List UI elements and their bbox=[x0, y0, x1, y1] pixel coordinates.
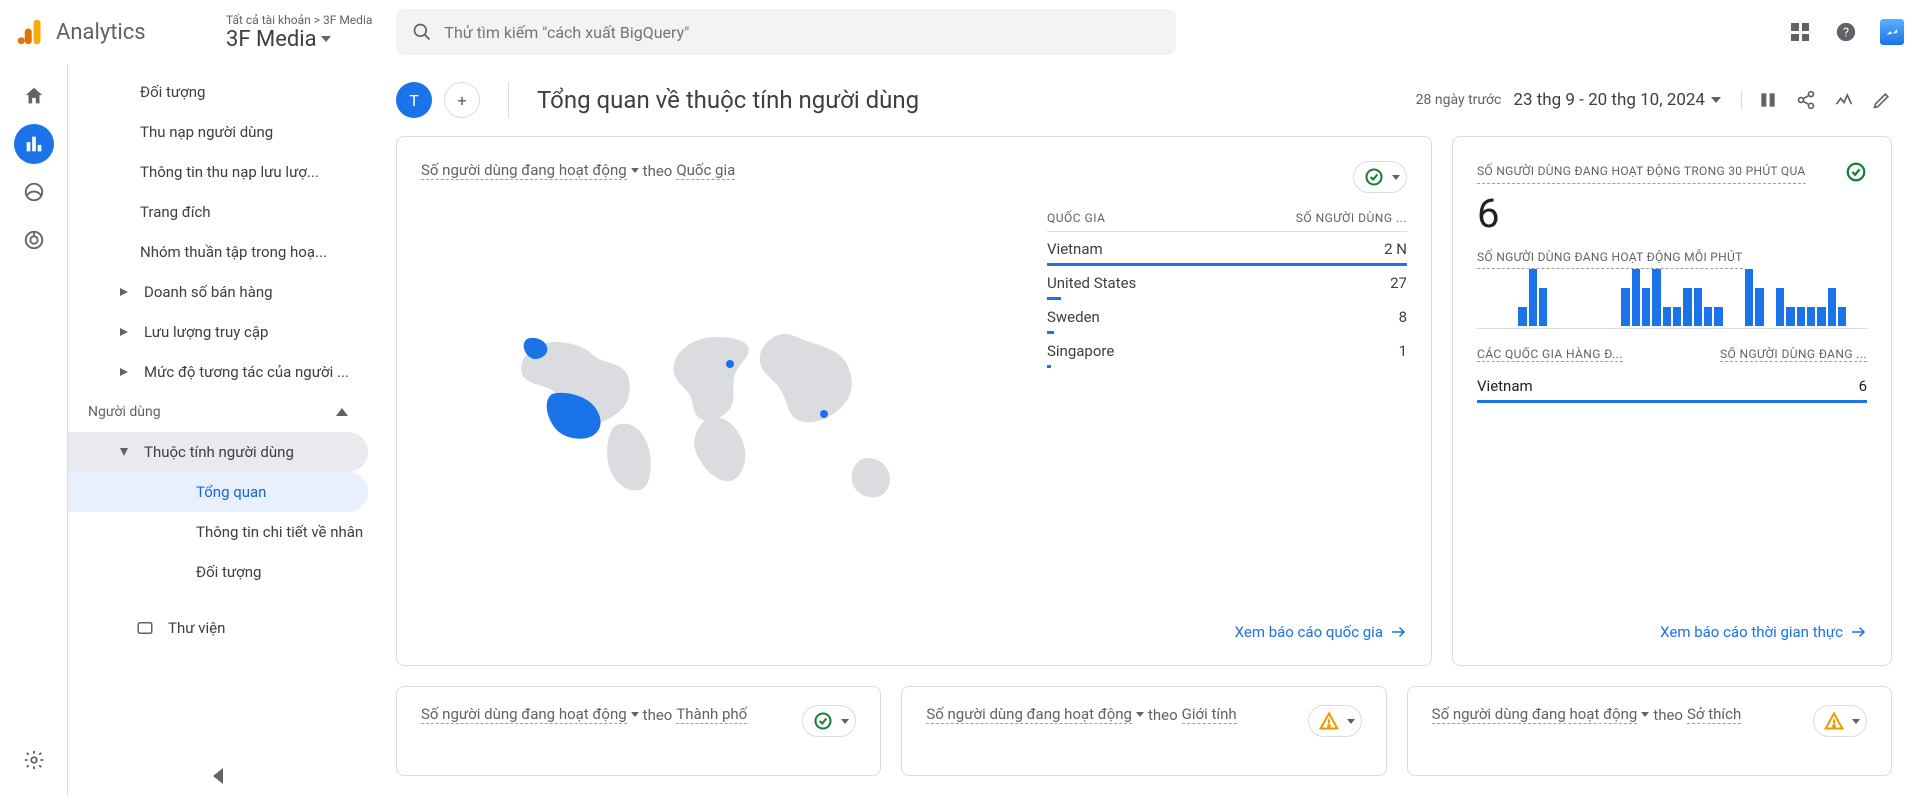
edit-icon[interactable] bbox=[1872, 90, 1892, 110]
card-country-users: Số người dùng đang hoạt động theo Quốc g… bbox=[396, 136, 1432, 666]
table-row[interactable]: Vietnam2 N bbox=[1047, 232, 1407, 266]
rail-admin[interactable] bbox=[14, 740, 54, 780]
sidebar-item[interactable]: Nhóm thuần tập trong hoạ... bbox=[68, 232, 368, 272]
view-country-report-link[interactable]: Xem báo cáo quốc gia bbox=[421, 623, 1407, 641]
analytics-logo-icon bbox=[16, 18, 44, 46]
date-picker[interactable]: 23 thg 9 - 20 thg 10, 2024 bbox=[1513, 90, 1721, 110]
sidebar-item[interactable]: Thông tin thu nạp lưu lượ... bbox=[68, 152, 368, 192]
library-icon bbox=[136, 619, 154, 637]
add-segment-button[interactable]: + bbox=[444, 82, 480, 118]
card-small: Số người dùng đang hoạt động theo Sở thí… bbox=[1407, 686, 1892, 776]
account-name: 3F Media bbox=[226, 27, 317, 52]
status-chip[interactable] bbox=[1813, 705, 1867, 737]
rail-home[interactable] bbox=[14, 76, 54, 116]
sidebar-item[interactable]: Thu nạp người dùng bbox=[68, 112, 368, 152]
chevron-down-icon bbox=[321, 36, 331, 42]
table-row[interactable]: Sweden8 bbox=[1047, 300, 1407, 334]
app-header: Analytics Tất cả tài khoản > 3F Media 3F… bbox=[0, 0, 1920, 64]
sidebar-item[interactable]: Doanh số bán hàng bbox=[68, 272, 368, 312]
share-icon[interactable] bbox=[1796, 90, 1816, 110]
report-sidebar: Đối tượngThu nạp người dùngThông tin thu… bbox=[68, 64, 368, 796]
check-circle-icon bbox=[1364, 167, 1384, 187]
sidebar-item[interactable]: Đối tượng bbox=[68, 72, 368, 112]
search-icon bbox=[412, 22, 432, 42]
rail-reports[interactable] bbox=[14, 124, 54, 164]
product-name: Analytics bbox=[56, 20, 146, 45]
compare-icon[interactable] bbox=[1758, 90, 1778, 110]
toolbar: T + Tổng quan về thuộc tính người dùng 2… bbox=[368, 64, 1920, 136]
world-map[interactable] bbox=[421, 205, 1023, 623]
status-chip[interactable] bbox=[802, 705, 856, 737]
realtime-sparkline bbox=[1477, 269, 1867, 329]
insights-icon[interactable] bbox=[1834, 90, 1854, 110]
search-bar[interactable] bbox=[396, 9, 1176, 55]
realtime-count: 6 bbox=[1477, 190, 1867, 237]
status-chip[interactable] bbox=[1308, 705, 1362, 737]
logo-block: Analytics bbox=[16, 18, 226, 46]
search-input[interactable] bbox=[444, 23, 1160, 42]
chevron-down-icon bbox=[1392, 175, 1400, 180]
arrow-right-icon bbox=[1849, 623, 1867, 641]
card-metric-label: Số người dùng đang hoạt động theo Quốc g… bbox=[421, 161, 735, 180]
rail-explore[interactable] bbox=[14, 172, 54, 212]
sidebar-item[interactable]: Trang đích bbox=[68, 192, 368, 232]
chevron-down-icon[interactable] bbox=[631, 168, 639, 173]
realtime-row: Vietnam6 bbox=[1477, 369, 1867, 403]
segment-badge[interactable]: T bbox=[396, 82, 432, 118]
arrow-right-icon bbox=[1389, 623, 1407, 641]
view-realtime-link[interactable]: Xem báo cáo thời gian thực bbox=[1477, 623, 1867, 641]
apps-icon[interactable] bbox=[1788, 20, 1812, 44]
sidebar-subitem[interactable]: Thông tin chi tiết về nhân k... bbox=[68, 512, 368, 552]
card-realtime: SỐ NGƯỜI DÙNG ĐANG HOẠT ĐỘNG TRONG 30 PH… bbox=[1452, 136, 1892, 666]
account-path: Tất cả tài khoản > 3F Media bbox=[226, 13, 372, 27]
sidebar-subitem[interactable]: Tổng quan bbox=[68, 472, 368, 512]
range-label: 28 ngày trước bbox=[1416, 92, 1502, 108]
svg-text:?: ? bbox=[1843, 26, 1849, 41]
sidebar-library[interactable]: Thư viện bbox=[68, 608, 368, 648]
chevron-up-icon bbox=[336, 408, 348, 416]
sidebar-collapse[interactable] bbox=[68, 768, 368, 784]
extension-icon[interactable] bbox=[1880, 20, 1904, 44]
chevron-down-icon bbox=[1711, 97, 1721, 103]
table-row[interactable]: Singapore1 bbox=[1047, 334, 1407, 368]
sidebar-subitem[interactable]: Đối tượng bbox=[68, 552, 368, 592]
country-table: QUỐC GIASỐ NGƯỜI DÙNG ... Vietnam2 NUnit… bbox=[1047, 205, 1407, 623]
sidebar-item[interactable]: Lưu lượng truy cập bbox=[68, 312, 368, 352]
account-picker[interactable]: Tất cả tài khoản > 3F Media 3F Media bbox=[226, 13, 372, 52]
status-chip[interactable] bbox=[1353, 161, 1407, 193]
sidebar-item[interactable]: Mức độ tương tác của người ... bbox=[68, 352, 368, 392]
sidebar-group-users[interactable]: Người dùng bbox=[68, 392, 368, 432]
help-icon[interactable]: ? bbox=[1834, 20, 1858, 44]
sidebar-user-attributes[interactable]: Thuộc tính người dùng bbox=[68, 432, 368, 472]
main-content: T + Tổng quan về thuộc tính người dùng 2… bbox=[368, 64, 1920, 796]
card-small: Số người dùng đang hoạt động theo Thành … bbox=[396, 686, 881, 776]
rail-ads[interactable] bbox=[14, 220, 54, 260]
nav-rail bbox=[0, 64, 68, 796]
table-row[interactable]: United States27 bbox=[1047, 266, 1407, 300]
check-circle-icon bbox=[1845, 161, 1867, 183]
page-title: Tổng quan về thuộc tính người dùng bbox=[537, 86, 919, 114]
card-small: Số người dùng đang hoạt động theo Giới t… bbox=[901, 686, 1386, 776]
